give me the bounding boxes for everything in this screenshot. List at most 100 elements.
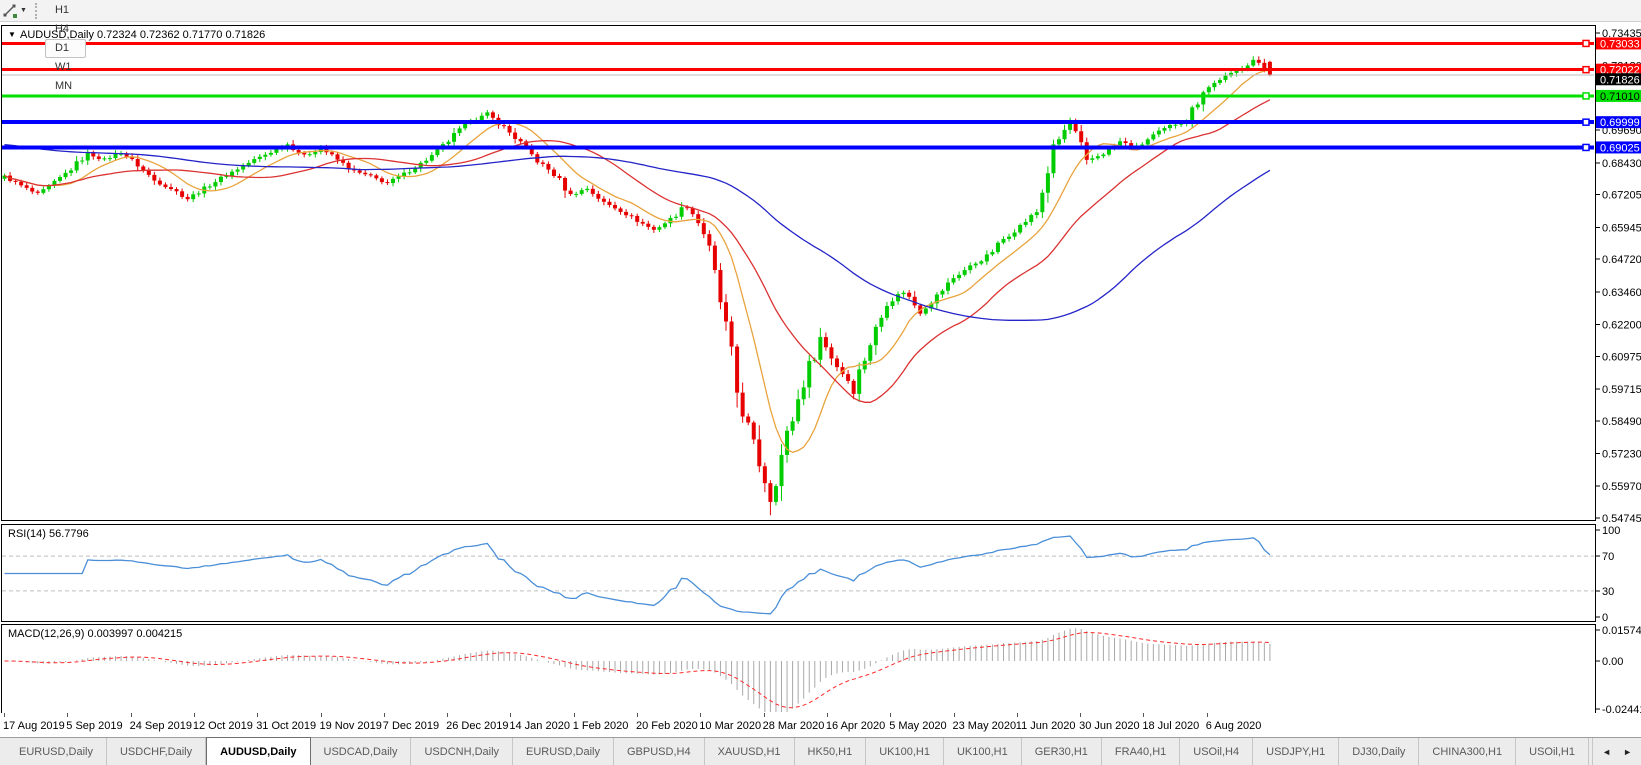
- chart-tab-uk100-h1[interactable]: UK100,H1: [866, 738, 944, 765]
- drawing-tool-icon[interactable]: [1, 3, 19, 19]
- toolbar-grip[interactable]: [35, 3, 37, 19]
- date-axis[interactable]: 17 Aug 20195 Sep 2019 24 Sep 201912 Oct 2…: [0, 713, 1641, 737]
- date-label: 11 Jun 2020: [1016, 720, 1076, 732]
- chart-tab-usoil-h4[interactable]: USOil,H4: [1180, 738, 1253, 765]
- timeframe-toolbar: ▼ M1M5M15M30H1H4D1W1MN: [0, 0, 1641, 22]
- date-label: 1 Feb 2020: [573, 720, 629, 732]
- date-label: 31 Oct 2019: [256, 720, 316, 732]
- date-label: 30 Jun 2020: [1079, 720, 1140, 732]
- date-tick: [764, 713, 765, 717]
- date-label: 12 Oct 2019: [193, 720, 253, 732]
- date-label: 14 Jan 2020: [509, 720, 570, 732]
- y-axis-label: 0.68430: [1602, 158, 1641, 170]
- level-badge-0.69025-label: 0.69025: [1600, 142, 1640, 154]
- date-label: 18 Jul 2020: [1142, 720, 1199, 732]
- timeframe-button-mn[interactable]: MN: [45, 77, 86, 96]
- timeframe-button-h1[interactable]: H1: [45, 1, 86, 20]
- y-axis-label: 0.64720: [1602, 254, 1641, 266]
- level-handle-0.69025[interactable]: [1583, 144, 1589, 150]
- y-axis-label: 0.65945: [1602, 222, 1641, 234]
- rsi-axis-label: 0: [1602, 612, 1608, 624]
- date-tick: [1080, 713, 1081, 717]
- chart-tab-audusd-daily[interactable]: AUDUSD,Daily: [206, 737, 310, 765]
- y-axis-label: 0.63460: [1602, 287, 1641, 299]
- chart-tab-dj30-daily[interactable]: DJ30,Daily: [1339, 738, 1419, 765]
- date-label: 10 Mar 2020: [699, 720, 761, 732]
- y-axis-label: 0.58490: [1602, 416, 1641, 428]
- date-tick: [890, 713, 891, 717]
- mt4-terminal: { "icons": { "drawing_tool": "line-draw-…: [0, 0, 1641, 765]
- date-label: 6 Aug 2020: [1206, 720, 1262, 732]
- date-label: 16 Apr 2020: [826, 720, 885, 732]
- level-handle-0.73033[interactable]: [1583, 40, 1589, 46]
- bid-price-badge-label: 0.71826: [1600, 74, 1640, 86]
- tab-scroll-arrows: ◄ ►: [1592, 738, 1641, 765]
- level-handle-0.71010[interactable]: [1583, 93, 1589, 99]
- level-badge-0.69999-label: 0.69999: [1600, 117, 1640, 129]
- chart-collapse-icon[interactable]: ▼: [8, 30, 16, 39]
- date-label: 17 Aug 2019: [3, 720, 65, 732]
- chart-tab-usdjpy-h1[interactable]: USDJPY,H1: [1253, 738, 1339, 765]
- timeframe-button-w1[interactable]: W1: [45, 58, 86, 77]
- chart-tab-xauusd-h1[interactable]: XAUUSD,H1: [705, 738, 795, 765]
- date-tick: [637, 713, 638, 717]
- y-axis-label: 0.60975: [1602, 351, 1641, 363]
- date-label: 19 Nov 2019: [320, 720, 382, 732]
- chart-tab-hk50-h1[interactable]: HK50,H1: [795, 738, 867, 765]
- macd-axis-label: 0.00: [1602, 656, 1623, 668]
- chart-tab-fra40-h1[interactable]: FRA40,H1: [1102, 738, 1180, 765]
- chart-tab-usdcnh-daily[interactable]: USDCNH,Daily: [411, 738, 513, 765]
- date-tick: [257, 713, 258, 717]
- date-tick: [510, 713, 511, 717]
- chart-tab-eurusd-daily[interactable]: EURUSD,Daily: [513, 738, 614, 765]
- tab-scroll-left-icon[interactable]: ◄: [1602, 747, 1611, 757]
- date-tick: [194, 713, 195, 717]
- date-tick: [447, 713, 448, 717]
- macd-indicator-label: MACD(12,26,9) 0.003997 0.004215: [8, 628, 182, 640]
- tab-scroll-right-icon[interactable]: ►: [1623, 747, 1632, 757]
- date-tick: [1017, 713, 1018, 717]
- date-label: 26 Dec 2019: [446, 720, 508, 732]
- timeframe-buttons: M1M5M15M30H1H4D1W1MN: [43, 0, 88, 96]
- macd-axis-label: 0.015741: [1602, 625, 1641, 637]
- rsi-panel: [2, 525, 1596, 622]
- date-tick: [384, 713, 385, 717]
- date-tick: [1143, 713, 1144, 717]
- date-label: 5 Sep 2019: [66, 720, 122, 732]
- timeframe-button-d1[interactable]: D1: [45, 39, 86, 58]
- date-tick: [131, 713, 132, 717]
- chart-tab-china300-h1[interactable]: CHINA300,H1: [1419, 738, 1516, 765]
- date-tick: [4, 713, 5, 717]
- date-tick: [1207, 713, 1208, 717]
- y-axis-label: 0.55970: [1602, 481, 1641, 493]
- chart-tab-gbpusd-h4[interactable]: GBPUSD,H4: [614, 738, 705, 765]
- chart-tab-usdchf-daily[interactable]: USDCHF,Daily: [107, 738, 206, 765]
- y-axis-label: 0.59715: [1602, 384, 1641, 396]
- y-axis-label: 0.67205: [1602, 190, 1641, 202]
- chart-tab-uk100-h1[interactable]: UK100,H1: [944, 738, 1022, 765]
- date-label: 24 Sep 2019: [130, 720, 192, 732]
- level-handle-0.72022[interactable]: [1583, 67, 1589, 73]
- y-axis-label: 0.62200: [1602, 320, 1641, 332]
- chart-tab-usdcad-daily[interactable]: USDCAD,Daily: [311, 738, 412, 765]
- date-tick: [321, 713, 322, 717]
- chart-tab-eurusd-daily[interactable]: EURUSD,Daily: [6, 738, 107, 765]
- date-label: 23 May 2020: [953, 720, 1017, 732]
- level-badge-0.71010-label: 0.71010: [1600, 91, 1640, 103]
- rsi-axis-label: 100: [1602, 525, 1620, 537]
- timeframe-button-h4[interactable]: H4: [45, 20, 86, 39]
- y-axis-label: 0.54745: [1602, 513, 1641, 525]
- level-handle-0.69999[interactable]: [1583, 119, 1589, 125]
- price-chart[interactable]: 0.734350.721800.709500.696900.684300.672…: [0, 0, 1641, 713]
- date-label: 5 May 2020: [889, 720, 946, 732]
- date-tick: [827, 713, 828, 717]
- chart-tab-ger30-h1[interactable]: GER30,H1: [1022, 738, 1102, 765]
- rsi-axis-label: 30: [1602, 586, 1614, 598]
- y-axis-label: 0.57230: [1602, 449, 1641, 461]
- chart-tab-usoil-h1[interactable]: USOil,H1: [1516, 738, 1589, 765]
- main-panel: [2, 26, 1596, 521]
- date-tick: [67, 713, 68, 717]
- dropdown-caret-icon[interactable]: ▼: [19, 7, 31, 14]
- level-badge-0.73033-label: 0.73033: [1600, 38, 1640, 50]
- date-label: 20 Feb 2020: [636, 720, 698, 732]
